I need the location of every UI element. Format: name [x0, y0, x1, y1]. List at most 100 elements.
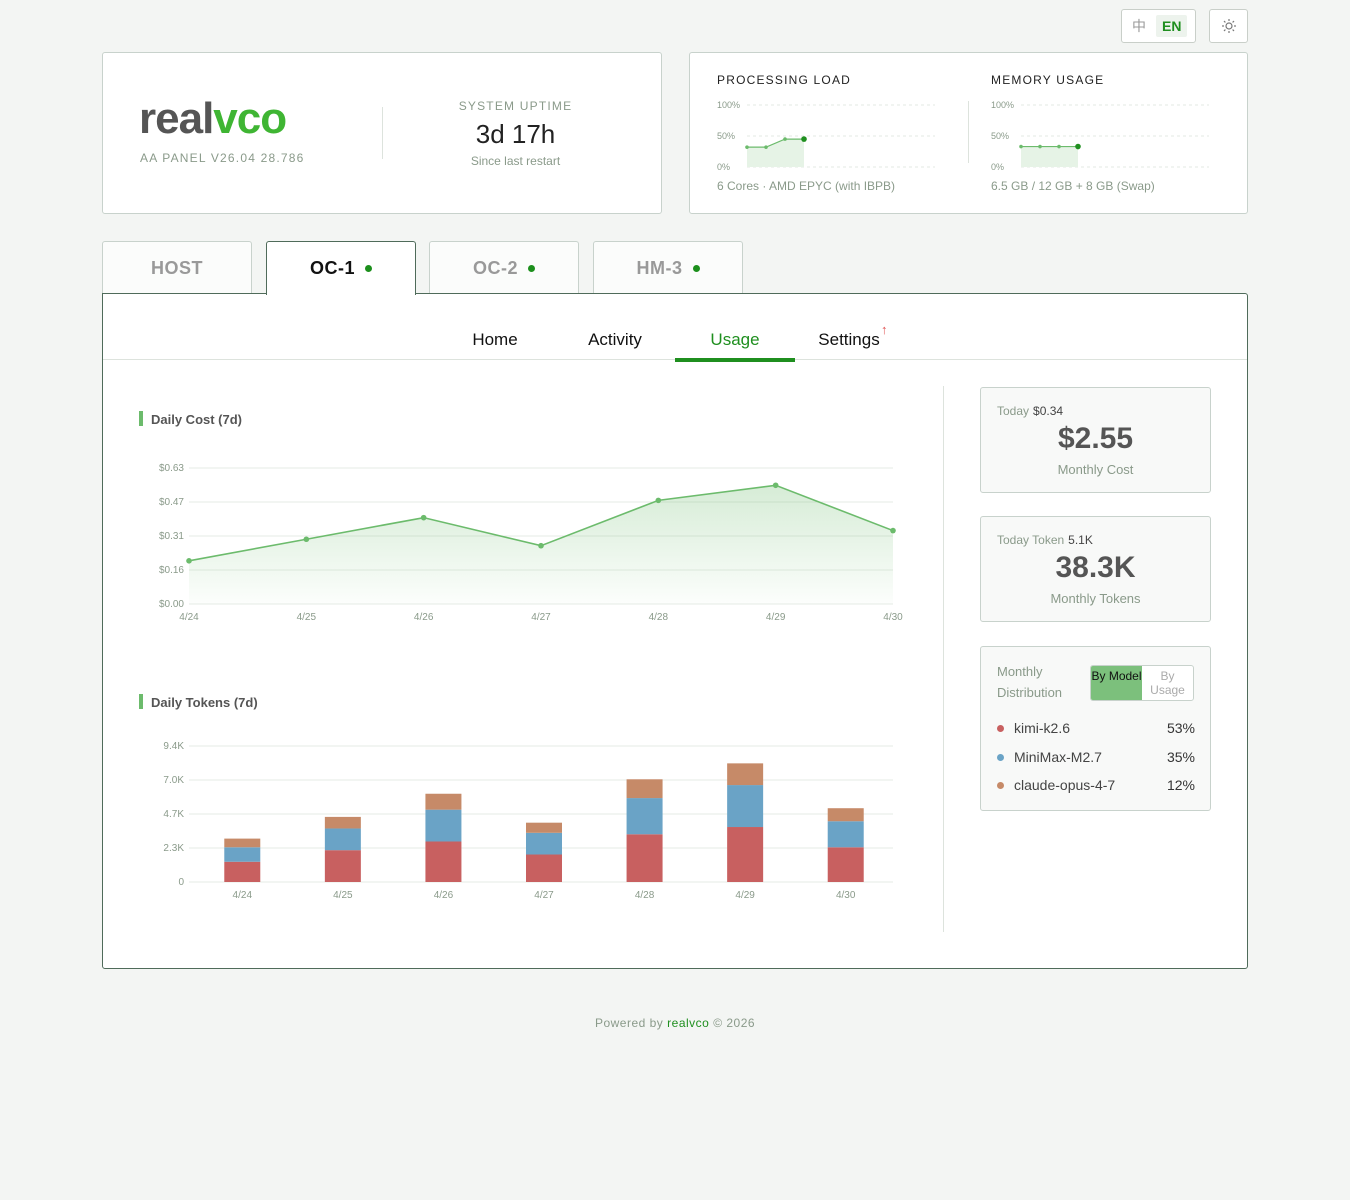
language-toggle[interactable]: 中 EN — [1121, 9, 1196, 43]
bar-segment — [526, 854, 562, 882]
bar-segment — [324, 850, 361, 882]
x-tick-label: 4/27 — [534, 890, 554, 901]
system-uptime: SYSTEM UPTIME 3d 17h Since last restart — [413, 99, 618, 168]
x-tick-label: 4/27 — [531, 612, 551, 623]
axis-tick-label: 0% — [991, 162, 1004, 172]
cost-point — [538, 542, 544, 549]
legend-dot — [997, 724, 1004, 732]
bar-segment — [827, 808, 864, 822]
monthly-distribution-card: Monthly Distribution By Model By Usage k… — [980, 646, 1211, 811]
x-tick-label: 4/29 — [735, 890, 755, 901]
cost-point — [890, 527, 896, 534]
monthly-tokens-caption: Monthly Tokens — [1050, 591, 1141, 606]
tab-hm-3[interactable]: HM-3 — [593, 241, 743, 294]
bar-segment — [526, 832, 562, 855]
online-status-dot — [528, 264, 535, 272]
memory-desc: 6.5 GB / 12 GB + 8 GB (Swap) — [991, 179, 1155, 193]
distribution-mode-toggle[interactable]: By Model By Usage — [1090, 665, 1194, 701]
x-tick-label: 4/30 — [883, 612, 903, 623]
today-token: Today Token 5.1K — [997, 533, 1093, 547]
processing-title: PROCESSING LOAD — [717, 73, 852, 87]
bar-segment — [425, 841, 462, 882]
main-panel: Home Activity Usage Settings ↑ Daily Cos… — [102, 293, 1248, 969]
by-model-button[interactable]: By Model — [1091, 666, 1142, 700]
lang-zh-option[interactable]: 中 — [1126, 13, 1152, 39]
x-tick-label: 4/24 — [233, 890, 253, 901]
bar-segment — [626, 834, 663, 882]
y-tick-label: 0 — [178, 877, 184, 888]
tab-oc-1[interactable]: OC-1 — [266, 241, 416, 295]
active-tab-indicator — [675, 358, 795, 362]
bar-segment — [425, 809, 462, 842]
sun-icon — [1221, 19, 1236, 33]
y-tick-label: 9.4K — [163, 741, 184, 752]
lang-en-option[interactable]: EN — [1156, 15, 1188, 37]
axis-tick-label: 100% — [717, 100, 740, 110]
bar-segment — [224, 861, 261, 882]
y-tick-label: $0.63 — [159, 463, 184, 474]
sparkline-area — [1021, 146, 1078, 167]
distribution-item: claude-opus-4-7 12% — [997, 775, 1195, 795]
cost-point — [186, 558, 192, 564]
sparkline-point — [1057, 144, 1061, 149]
subtab-usage[interactable]: Usage — [675, 330, 795, 350]
footer: Powered by realvco © 2026 — [594, 1016, 756, 1030]
cost-point — [655, 497, 662, 504]
bar-segment — [425, 793, 462, 810]
distribution-title: Monthly Distribution — [997, 664, 1063, 700]
legend-dot — [997, 753, 1004, 761]
x-tick-label: 4/30 — [836, 890, 856, 901]
x-tick-label: 4/24 — [179, 612, 199, 623]
sparkline-point — [1019, 144, 1023, 149]
cost-point — [420, 514, 427, 521]
subtab-home[interactable]: Home — [435, 330, 555, 350]
bar-segment — [827, 821, 864, 848]
bar-segment — [224, 838, 261, 848]
y-tick-label: $0.31 — [159, 531, 184, 542]
memory-usage: MEMORY USAGE 100% 50% 0% 6.5 GB / 12 GB + … — [991, 73, 1221, 193]
uptime-value: 3d 17h — [475, 119, 556, 149]
by-usage-button[interactable]: By Usage — [1142, 666, 1193, 700]
sparkline-point — [801, 136, 807, 142]
logo: realvco — [139, 94, 287, 143]
subtab-activity[interactable]: Activity — [555, 330, 675, 350]
tokens-chart-title: Daily Tokens (7d) — [139, 694, 258, 710]
processing-desc: 6 Cores · AMD EPYC (with IBPB) — [717, 179, 896, 193]
bar-segment — [324, 816, 361, 829]
sparkline-point — [1038, 144, 1042, 149]
bar-segment — [727, 785, 764, 828]
tab-host[interactable]: HOST — [102, 241, 252, 294]
cost-chart-title: Daily Cost (7d) — [139, 411, 242, 427]
daily-tokens-chart: 9.4K 7.0K 4.7K 2.3K 0 4/24 4/25 4/26 4/27 4/28 4/2… — [163, 741, 893, 901]
bar-segment — [324, 828, 361, 851]
memory-sparkline: 100% 50% 0% — [991, 100, 1209, 172]
cost-point — [772, 482, 779, 489]
distribution-item: kimi-k2.6 53% — [997, 718, 1195, 738]
today-cost: Today $0.34 — [997, 404, 1064, 418]
tab-oc-2[interactable]: OC-2 — [429, 241, 579, 294]
subtab-settings[interactable]: Settings — [789, 330, 909, 350]
online-status-dot — [365, 265, 372, 272]
sparkline-point — [764, 145, 768, 149]
bar-segment — [827, 847, 864, 882]
y-tick-label: 4.7K — [163, 809, 184, 820]
y-tick-label: $0.47 — [159, 497, 184, 508]
divider — [968, 101, 969, 163]
distribution-item: MiniMax-M2.7 35% — [997, 747, 1195, 767]
sub-navigation: Home Activity Usage Settings ↑ — [103, 294, 1247, 360]
axis-tick-label: 0% — [717, 162, 730, 172]
footer-brand-link[interactable]: realvco — [667, 1016, 709, 1030]
uptime-sub: Since last restart — [470, 154, 561, 168]
panel-version: AA PANEL V26.04 28.786 — [140, 151, 305, 165]
theme-toggle-button[interactable] — [1209, 9, 1248, 43]
sparkline-point — [1075, 143, 1081, 150]
divider — [943, 386, 944, 932]
update-arrow-icon: ↑ — [881, 322, 888, 337]
cost-point — [303, 536, 310, 543]
bar-segment — [526, 822, 562, 833]
processing-load: PROCESSING LOAD 100% 50% 0% 6 Cores · AMD … — [717, 73, 947, 193]
monthly-tokens-card: Today Token 5.1K 38.3K Monthly Tokens — [980, 516, 1211, 622]
monthly-cost-card: Today $0.34 $2.55 Monthly Cost — [980, 387, 1211, 493]
bar-segment — [626, 798, 663, 835]
x-tick-label: 4/29 — [766, 612, 786, 623]
